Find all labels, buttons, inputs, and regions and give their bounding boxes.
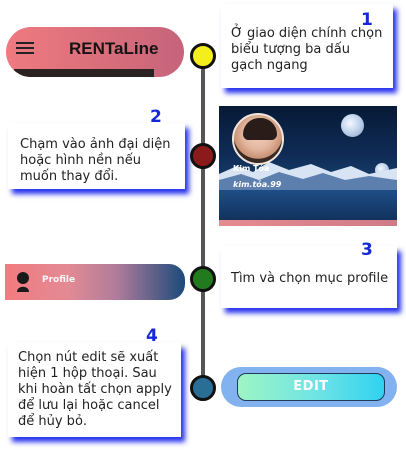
step-2-number: 2 [150, 107, 162, 127]
person-icon [17, 272, 29, 292]
step-2-text: Chạm vào ảnh đại diện hoặc hình nền nếu … [20, 137, 171, 184]
app-bar: RENTaLine [6, 27, 184, 77]
timeline-node-4 [190, 375, 216, 401]
avatar[interactable] [232, 113, 284, 165]
step-4-card: Chọn nút edit sẽ xuất hiện 1 hộp thoại. … [8, 343, 181, 437]
timeline-node-2 [190, 143, 216, 169]
timeline-node-1 [190, 43, 216, 69]
step-4-number: 4 [146, 326, 158, 346]
sidebar-item-label: Profile [42, 275, 76, 285]
step-3-number: 3 [361, 240, 373, 260]
app-title: RENTaLine [69, 39, 159, 58]
step-1-number: 1 [361, 10, 373, 30]
step-4-text: Chọn nút edit sẽ xuất hiện 1 hộp thoại. … [18, 350, 172, 429]
hamburger-menu-icon[interactable] [16, 42, 34, 55]
moon-icon [341, 114, 364, 137]
step-2-card: Chạm vào ảnh đại diện hoặc hình nền nếu … [8, 123, 185, 189]
step-3-text: Tìm và chọn mục profile [231, 271, 389, 286]
profile-cover-image[interactable]: Kim Tỏa kim.tỏa.99 [219, 106, 397, 226]
step-1-text: Ở giao diện chính chọn biểu tượng ba dấu… [231, 26, 383, 73]
timeline-line [201, 58, 205, 398]
profile-name: Kim Tỏa [233, 164, 270, 173]
edit-button[interactable]: EDIT [237, 373, 385, 401]
profile-handle: kim.tỏa.99 [233, 180, 282, 189]
timeline-node-3 [190, 266, 216, 292]
sidebar-item-profile[interactable]: Profile [5, 264, 185, 300]
